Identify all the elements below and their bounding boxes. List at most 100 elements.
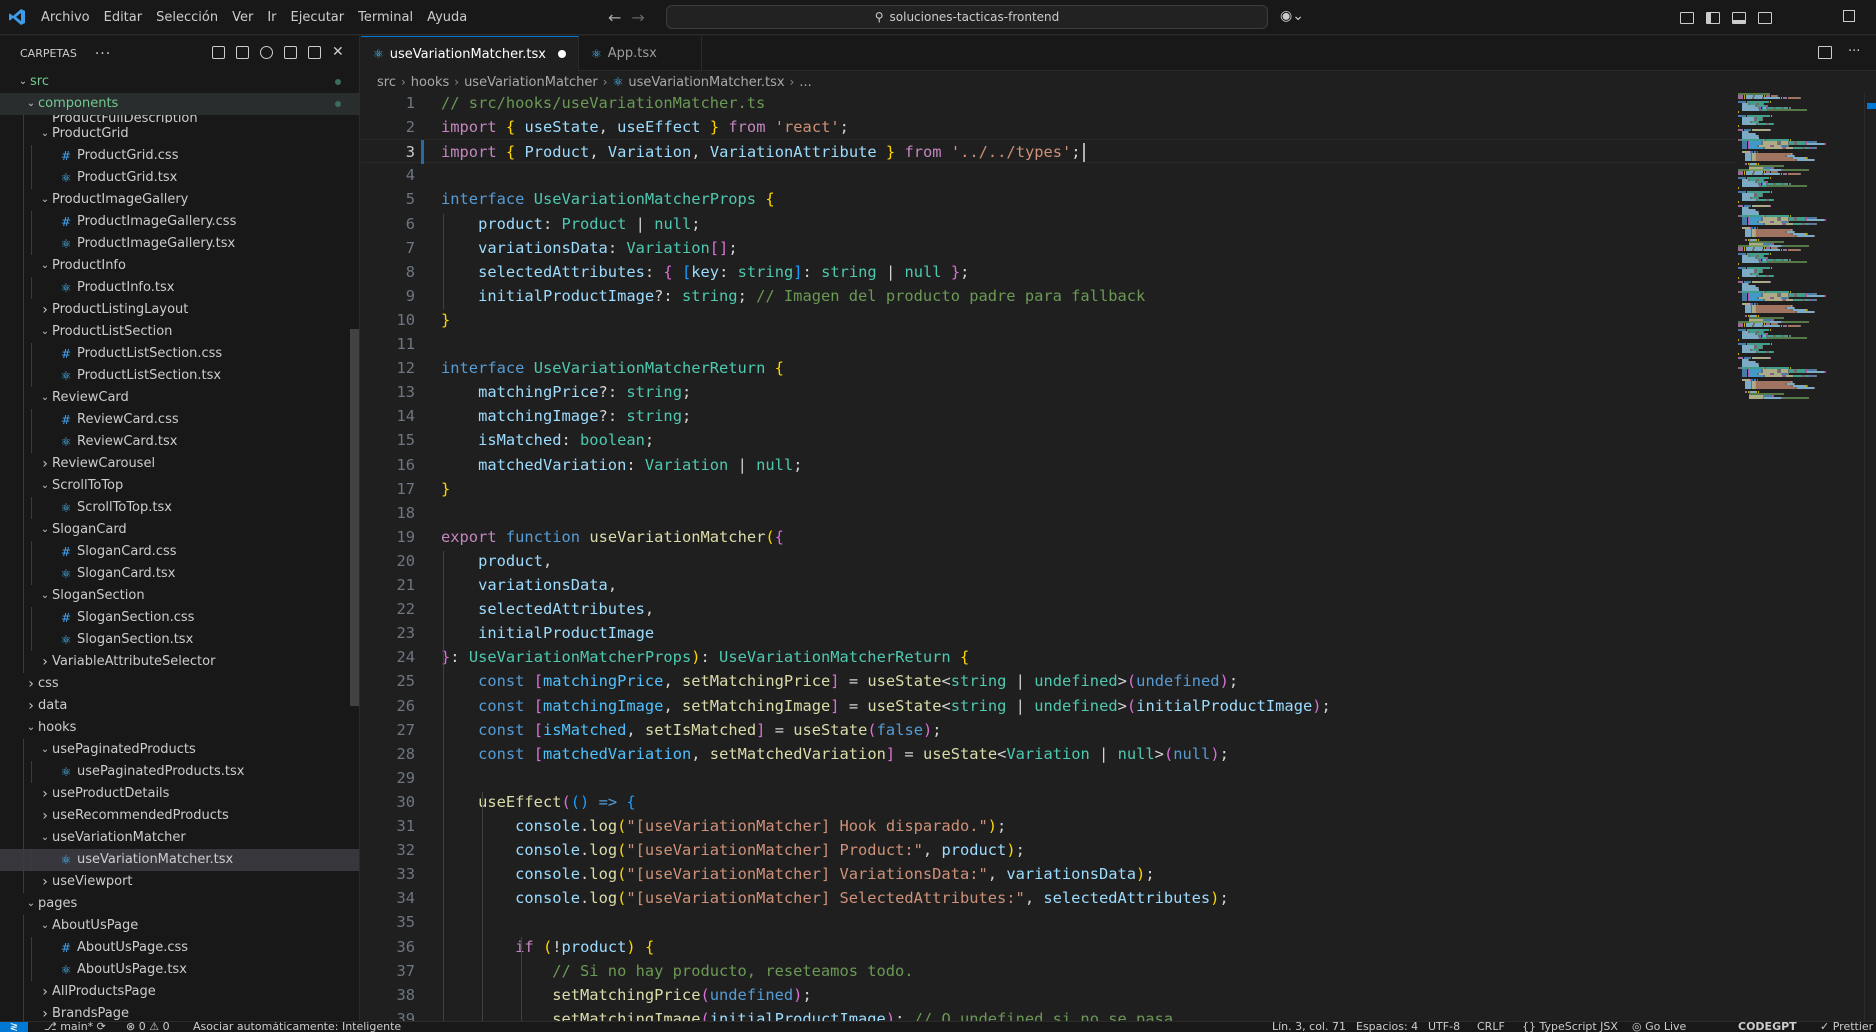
tree-folder[interactable]: ⌄ ReviewCard [0, 387, 359, 409]
breadcrumb-symbols[interactable]: ... [799, 75, 811, 90]
code-line[interactable]: 23 initialProductImage [361, 621, 1736, 645]
editor-scrollbar[interactable] [1864, 93, 1876, 1021]
chevron-down-icon[interactable]: ⌄ [38, 123, 52, 145]
chevron-down-icon[interactable]: ⌄ [38, 387, 52, 409]
chevron-down-icon[interactable]: ⌄ [38, 585, 52, 607]
breadcrumb-hooks[interactable]: hooks [411, 75, 449, 90]
tree-file[interactable]: # ProductListSection.css [0, 343, 359, 365]
code-line[interactable]: 20 product, [361, 549, 1736, 573]
code-line[interactable]: 13 matchingPrice?: string; [361, 380, 1736, 404]
window-restore-icon[interactable] [1843, 10, 1855, 22]
code-line[interactable]: 11 [361, 332, 1736, 356]
code-line[interactable]: 37 // Si no hay producto, reseteamos tod… [361, 959, 1736, 983]
tree-file[interactable]: ⚛ usePaginatedProducts.tsx [0, 761, 359, 783]
indentation-status[interactable]: Espacios: 4 [1356, 1022, 1418, 1032]
toggle-primary-sidebar-icon[interactable] [1706, 11, 1720, 24]
toggle-panel-icon[interactable] [1732, 11, 1746, 24]
tab-usevariationmatcher[interactable]: ⚛ useVariationMatcher.tsx [361, 36, 579, 71]
tree-folder[interactable]: › AllProductsPage [0, 981, 359, 1003]
chevron-down-icon[interactable]: ⌄ [38, 475, 52, 497]
tree-folder[interactable]: › css [0, 673, 359, 695]
tree-file[interactable]: ⚛ ProductInfo.tsx [0, 277, 359, 299]
code-line[interactable]: 35 [361, 910, 1736, 934]
code-line[interactable]: 27 const [isMatched, setIsMatched] = use… [361, 718, 1736, 742]
chevron-right-icon[interactable]: › [38, 299, 52, 321]
tree-file[interactable]: ProductFullDescription [0, 115, 359, 123]
sidebar-scrollbar[interactable] [350, 329, 359, 706]
language-status[interactable]: {} TypeScript JSX [1522, 1022, 1618, 1032]
menu-item-ejecutar[interactable]: Ejecutar [284, 0, 352, 35]
tree-folder[interactable]: ⌄ ProductImageGallery [0, 189, 359, 211]
tree-file[interactable]: # AboutUsPage.css [0, 937, 359, 959]
chevron-right-icon[interactable]: › [38, 1003, 52, 1021]
menu-item-selección[interactable]: Selección [149, 0, 225, 35]
code-line[interactable]: 9 initialProductImage?: string; // Image… [361, 284, 1736, 308]
tree-folder[interactable]: ⌄ src [0, 71, 359, 93]
tree-file[interactable]: ⚛ SloganCard.tsx [0, 563, 359, 585]
code-line[interactable]: 3 import { Product, Variation, VariationA… [361, 139, 1736, 165]
unsaved-dot-icon[interactable] [557, 50, 566, 58]
tree-file[interactable]: ⚛ ProductListSection.tsx [0, 365, 359, 387]
chevron-right-icon[interactable]: › [24, 673, 38, 695]
code-line[interactable]: 32 console.log("[useVariationMatcher] Pr… [361, 838, 1736, 862]
tree-folder[interactable]: ⌄ SloganCard [0, 519, 359, 541]
tree-file[interactable]: ⚛ useVariationMatcher.tsx [0, 849, 359, 871]
code-line[interactable]: 33 console.log("[useVariationMatcher] Va… [361, 862, 1736, 886]
tree-folder[interactable]: › useRecommendedProducts [0, 805, 359, 827]
breadcrumb-folder[interactable]: useVariationMatcher [464, 75, 598, 90]
code-line[interactable]: 26 const [matchingImage, setMatchingImag… [361, 694, 1736, 718]
tree-file[interactable]: # ReviewCard.css [0, 409, 359, 431]
tree-folder[interactable]: ⌄ hooks [0, 717, 359, 739]
maximize-icon[interactable] [308, 46, 321, 59]
menu-item-terminal[interactable]: Terminal [351, 0, 420, 35]
code-line[interactable]: 28 const [matchedVariation, setMatchedVa… [361, 742, 1736, 766]
collapse-folders-icon[interactable] [284, 46, 297, 59]
code-line[interactable]: 12 interface UseVariationMatcherReturn { [361, 356, 1736, 380]
code-line[interactable]: 22 selectedAttributes, [361, 597, 1736, 621]
cursor-position[interactable]: Lín. 3, col. 71 [1272, 1022, 1346, 1032]
code-line[interactable]: 38 setMatchingPrice(undefined); [361, 983, 1736, 1007]
code-line[interactable]: 10} [361, 308, 1736, 332]
minimap[interactable] [1738, 93, 1864, 1021]
tree-file[interactable]: ⚛ AboutUsPage.tsx [0, 959, 359, 981]
tree-file[interactable]: # SloganSection.css [0, 607, 359, 629]
code-line[interactable]: 17} [361, 477, 1736, 501]
tree-folder[interactable]: › ProductListingLayout [0, 299, 359, 321]
chevron-right-icon[interactable]: › [38, 871, 52, 893]
branch-status[interactable]: ⎇ main* ⟳ [44, 1022, 106, 1032]
menu-item-ayuda[interactable]: Ayuda [420, 0, 474, 35]
tree-file[interactable]: ⚛ ReviewCard.tsx [0, 431, 359, 453]
breadcrumb-file[interactable]: useVariationMatcher.tsx [628, 75, 784, 90]
tree-folder[interactable]: ⌄ ProductInfo [0, 255, 359, 277]
chevron-down-icon[interactable]: ⌄ [24, 717, 38, 739]
encoding-status[interactable]: UTF-8 [1428, 1022, 1460, 1032]
tree-file[interactable]: # ProductImageGallery.css [0, 211, 359, 233]
chevron-down-icon[interactable]: ⌄ [16, 71, 30, 93]
chevron-right-icon[interactable]: › [38, 651, 52, 673]
code-line[interactable]: 19 export function useVariationMatcher({ [361, 525, 1736, 549]
menu-item-archivo[interactable]: Archivo [34, 0, 97, 35]
split-editor-icon[interactable] [1818, 46, 1832, 59]
code-line[interactable]: 34 console.log("[useVariationMatcher] Se… [361, 886, 1736, 910]
tree-folder[interactable]: ⌄ ProductGrid [0, 123, 359, 145]
tree-folder[interactable]: ⌄ ProductListSection [0, 321, 359, 343]
refresh-icon[interactable] [260, 46, 273, 59]
tree-folder[interactable]: › BrandsPage [0, 1003, 359, 1021]
more-actions-icon[interactable]: ··· [95, 46, 111, 62]
chevron-right-icon[interactable]: › [38, 783, 52, 805]
chevron-down-icon[interactable]: ⌄ [38, 519, 52, 541]
chevron-down-icon[interactable]: ⌄ [24, 893, 38, 915]
chevron-right-icon[interactable]: › [24, 695, 38, 717]
code-line[interactable]: 4 [361, 163, 1736, 187]
copilot-icon[interactable]: ◉⌄ [1280, 8, 1304, 24]
codegpt-status[interactable]: CODEGPT [1738, 1022, 1797, 1032]
menu-item-ir[interactable]: Ir [260, 0, 283, 35]
command-center-search[interactable]: ⚲ soluciones-tacticas-frontend [666, 5, 1268, 29]
chevron-down-icon[interactable]: ⌄ [24, 93, 38, 115]
code-editor[interactable]: 1 // src/hooks/useVariationMatcher.ts 2 imp… [361, 93, 1876, 1021]
tree-folder[interactable]: › VariableAttributeSelector [0, 651, 359, 673]
problems-status[interactable]: ⊗ 0 ⚠ 0 [126, 1022, 170, 1032]
tree-folder[interactable]: ⌄ components [0, 93, 359, 115]
code-line[interactable]: 31 console.log("[useVariationMatcher] Ho… [361, 814, 1736, 838]
forward-arrow-icon[interactable]: → [631, 8, 644, 27]
